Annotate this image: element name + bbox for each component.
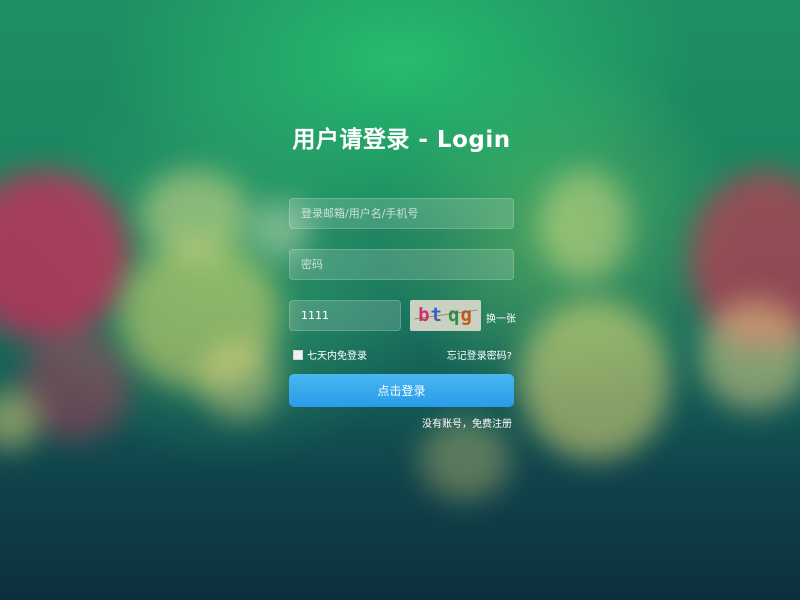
background-bokeh	[0, 170, 130, 340]
background-bokeh	[420, 420, 510, 500]
background-bokeh	[0, 390, 40, 450]
background-bokeh	[120, 240, 280, 390]
refresh-captcha-link[interactable]: 换一张	[486, 310, 516, 325]
page-title: 用户请登录 - Login	[292, 127, 511, 153]
captcha-image[interactable]: btqg	[410, 300, 481, 331]
background-bokeh	[520, 300, 670, 460]
captcha-input[interactable]	[289, 300, 401, 331]
username-input[interactable]	[289, 198, 514, 229]
background-bokeh	[690, 170, 800, 350]
forgot-password-link[interactable]: 忘记登录密码?	[447, 347, 512, 362]
captcha-char: b	[418, 304, 431, 326]
background-bokeh	[540, 170, 630, 280]
remember-me-label: 七天内免登录	[307, 351, 367, 362]
captcha-char: g	[460, 304, 473, 326]
captcha-char: q	[448, 304, 461, 326]
background-bokeh	[200, 340, 280, 420]
background-bokeh	[700, 300, 800, 410]
password-input[interactable]	[289, 249, 514, 280]
login-button[interactable]: 点击登录	[289, 374, 514, 407]
register-link[interactable]: 没有账号，免费注册	[422, 415, 512, 430]
background-bokeh	[20, 330, 130, 440]
remember-me-checkbox[interactable]: 七天内免登录	[293, 347, 367, 362]
checkbox-icon[interactable]	[293, 349, 303, 360]
background-bokeh	[140, 170, 250, 260]
